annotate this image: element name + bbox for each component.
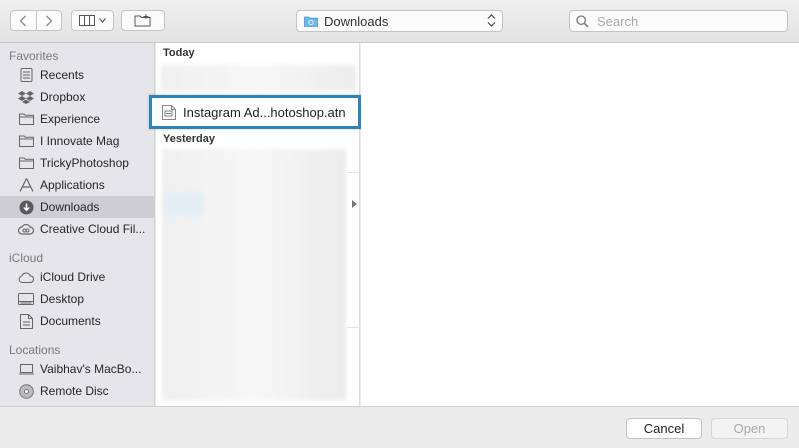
sidebar-item-label: Dropbox [40,90,86,104]
location-label: Downloads [324,13,389,29]
sidebar-item-macbook[interactable]: Vaibhav's MacBo... [0,358,155,380]
sidebar-item-remote-disc[interactable]: Remote Disc [0,380,155,402]
action-file-icon [162,104,176,120]
sidebar-item-label: iCloud Drive [40,270,106,284]
selected-file-name: Instagram Ad...hotoshop.atn [183,104,346,120]
sidebar-item-label: Applications [40,178,105,192]
sidebar-item-label: Creative Cloud Fil... [40,222,146,236]
sidebar: Favorites Recents Dropbox Experience I I… [0,43,155,406]
blurred-file-row [161,65,356,91]
sidebar-item-trickyphotoshop[interactable]: TrickyPhotoshop [0,152,155,174]
chevron-down-icon [99,18,106,23]
sidebar-item-label: Documents [40,314,101,328]
sidebar-item-icloud-drive[interactable]: iCloud Drive [0,266,155,288]
column-view-icon [79,15,95,26]
group-header-yesterday: Yesterday [163,133,215,145]
sidebar-item-creative-cloud-files[interactable]: Creative Cloud Fil... [0,218,155,240]
sidebar-item-label: Vaibhav's MacBo... [40,362,142,376]
search-input[interactable] [595,12,779,30]
chevron-left-icon [19,15,27,26]
sidebar-item-i-innovate-mag[interactable]: I Innovate Mag [0,130,155,152]
section-title-locations: Locations [9,343,61,357]
selected-file-row[interactable]: Instagram Ad...hotoshop.atn [149,95,361,129]
row-divider [347,172,360,173]
preview-column [361,43,799,406]
back-button[interactable] [11,11,36,30]
dropbox-icon [17,89,35,105]
open-button[interactable]: Open [711,418,788,439]
section-title-favorites: Favorites [9,49,59,63]
folder-icon [17,155,35,171]
new-folder-button[interactable] [121,10,165,31]
sidebar-item-desktop[interactable]: Desktop [0,288,155,310]
row-divider [347,327,360,328]
creative-cloud-icon [17,221,35,237]
sidebar-item-recents[interactable]: Recents [0,64,155,86]
sidebar-item-label: Remote Disc [40,384,109,398]
disclosure-triangle-icon[interactable] [352,200,357,208]
cancel-button[interactable]: Cancel [626,418,702,439]
documents-icon [17,313,35,329]
desktop-icon [17,291,35,307]
disc-icon [17,383,35,399]
chevron-right-icon [45,15,53,26]
sidebar-item-label: Downloads [40,200,100,214]
downloads-folder-icon [304,16,318,27]
sidebar-item-dropbox[interactable]: Dropbox [0,86,155,108]
downloads-icon [17,199,35,215]
dialog-footer: Cancel Open [0,406,799,448]
toolbar: Downloads [0,0,799,43]
blurred-file-list [162,149,346,401]
folder-icon [17,133,35,149]
forward-button[interactable] [35,11,62,30]
sidebar-item-documents[interactable]: Documents [0,310,155,332]
group-header-today: Today [163,47,195,59]
sidebar-item-label: Recents [40,68,85,82]
view-mode-button[interactable] [71,10,114,31]
sidebar-item-label: Desktop [40,292,85,306]
laptop-icon [17,361,35,377]
applications-icon [17,177,35,193]
sidebar-item-applications[interactable]: Applications [0,174,155,196]
search-icon [576,14,589,28]
cloud-icon [17,269,35,285]
up-down-arrows-icon [487,14,496,27]
location-dropdown[interactable]: Downloads [296,10,503,32]
sidebar-item-label: TrickyPhotoshop [40,156,129,170]
sidebar-item-experience[interactable]: Experience [0,108,155,130]
folder-icon [17,111,35,127]
section-title-icloud: iCloud [9,251,44,265]
blurred-file-row [164,193,204,215]
recents-icon [17,67,35,83]
sidebar-item-label: Experience [40,112,101,126]
sidebar-item-label: I Innovate Mag [40,134,120,148]
sidebar-item-downloads[interactable]: Downloads [0,196,155,218]
search-field[interactable] [569,10,788,32]
new-folder-icon [134,14,151,27]
navigation-buttons [10,10,62,31]
